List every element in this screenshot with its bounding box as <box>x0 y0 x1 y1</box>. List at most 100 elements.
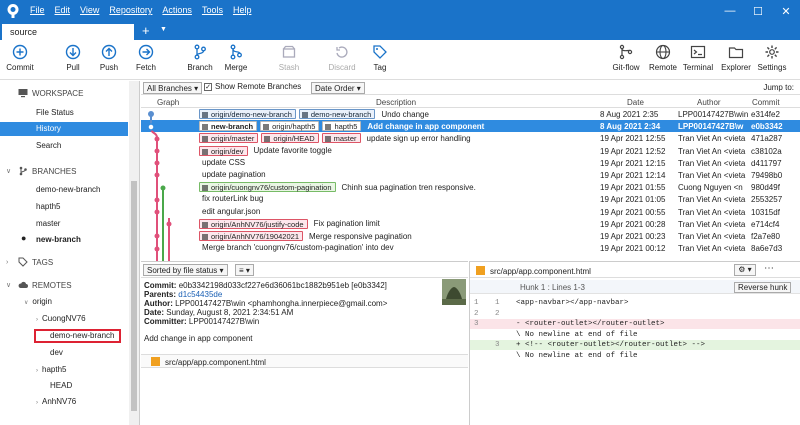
show-remote-checkbox[interactable]: ✓ Show Remote Branches <box>204 82 301 91</box>
branch-label-badge[interactable]: origin/hapth5 <box>260 121 320 132</box>
branches-section[interactable]: ∨ BRANCHES <box>6 166 76 176</box>
terminal-label: Terminal <box>682 63 714 72</box>
settings-icon <box>765 45 779 59</box>
branch-label-badge[interactable]: origin/cuongnv76/custom-pagination <box>199 182 336 193</box>
commit-row[interactable]: origin/master origin/HEAD master update sig… <box>141 132 800 144</box>
reverse-hunk-button[interactable]: Reverse hunk <box>734 282 792 293</box>
commit-row[interactable]: origin/AnhNV76/19042021 Merge responsive … <box>141 230 800 242</box>
sidebar-branch-demo-new-branch[interactable]: demo-new-branch <box>0 183 128 197</box>
menu-actions[interactable]: Actions <box>162 5 192 15</box>
parent-hash-link[interactable]: d1c54435de <box>178 290 222 299</box>
settings-button[interactable]: Settings <box>752 44 792 72</box>
fetch-button[interactable]: Fetch <box>126 44 166 72</box>
sidebar-remote-hapth5[interactable]: › hapth5 <box>36 365 66 374</box>
scrollbar-thumb[interactable] <box>131 181 137 411</box>
sidebar-branch-new-branch[interactable]: ● new-branch <box>0 233 128 247</box>
commit-row[interactable]: update CSS 19 Apr 2021 12:15 Tran Viet An … <box>141 157 800 169</box>
filter-bar: All Branches ▾ ✓ Show Remote Branches Dat… <box>141 81 800 95</box>
stash-button[interactable]: Stash <box>269 44 309 72</box>
sidebar-item-search[interactable]: Search <box>0 139 128 153</box>
sidebar-item-file-status[interactable]: File Status <box>0 106 128 120</box>
discard-button[interactable]: Discard <box>322 44 362 72</box>
menu-help[interactable]: Help <box>233 5 252 15</box>
close-icon[interactable]: ✕ <box>772 0 800 22</box>
menu-tools[interactable]: Tools <box>202 5 223 15</box>
terminal-button[interactable]: Terminal <box>678 44 718 72</box>
maximize-icon[interactable]: ☐ <box>744 0 772 22</box>
menu-repository[interactable]: Repository <box>109 5 152 15</box>
branch-label-badge[interactable]: hapth5 <box>322 121 362 132</box>
commit-row[interactable]: update pagination 19 Apr 2021 12:14 Tran V… <box>141 169 800 181</box>
changed-file-row[interactable]: src/app/app.component.html <box>141 354 468 368</box>
sidebar-remote-anhnv76[interactable]: › AnhNV76 <box>36 397 76 406</box>
sidebar-branch-master[interactable]: master <box>0 217 128 231</box>
checkbox-icon: ✓ <box>204 82 212 91</box>
sidebar-remote-origin[interactable]: ∨ origin <box>24 297 52 306</box>
sidebar-item-history[interactable]: History <box>0 122 128 136</box>
commit-message: Add change in app component <box>367 121 485 131</box>
branch-button[interactable]: Branch <box>180 44 220 72</box>
menu-edit[interactable]: Edit <box>55 5 71 15</box>
commit-row[interactable]: edit angular.json 19 Apr 2021 00:55 Tran V… <box>141 206 800 218</box>
commit-row[interactable]: Merge branch 'cuongnv76/custom-paginatio… <box>141 242 800 254</box>
col-commit[interactable]: Commit <box>752 98 780 107</box>
fetch-icon <box>138 44 154 60</box>
sidebar-remote-cuongnv76[interactable]: › CuongNV76 <box>36 314 86 323</box>
view-mode-dropdown[interactable]: ≡ ▾ <box>235 264 254 276</box>
merge-button[interactable]: Merge <box>216 44 256 72</box>
branch-filter-dropdown[interactable]: All Branches ▾ <box>143 82 203 94</box>
branch-label-badge[interactable]: origin/AnhNV76/19042021 <box>199 231 303 241</box>
minimize-icon[interactable]: — <box>716 0 744 22</box>
sidebar-remote-dev[interactable]: dev <box>50 348 63 357</box>
commit-row[interactable]: origin/demo-new-branch demo-new-branch Und… <box>141 108 800 120</box>
commit-author: Tran Viet An <vieta <box>678 244 746 254</box>
tags-section[interactable]: › TAGS <box>6 257 53 267</box>
branch-label-badge[interactable]: origin/demo-new-branch <box>199 109 296 119</box>
gitflow-button[interactable]: Git-flow <box>606 44 646 72</box>
commit-row[interactable]: fix routerLink bug 19 Apr 2021 01:05 Tran … <box>141 193 800 205</box>
col-graph[interactable]: Graph <box>157 98 179 107</box>
sort-dropdown[interactable]: Sorted by file status ▾ <box>143 264 228 276</box>
menu-view[interactable]: View <box>80 5 99 15</box>
col-description[interactable]: Description <box>376 98 416 107</box>
col-date[interactable]: Date <box>627 98 644 107</box>
explorer-label: Explorer <box>721 63 751 72</box>
commit-author: Tran Viet An <vieta <box>678 158 746 168</box>
commit-button[interactable]: Commit <box>0 44 40 72</box>
push-button[interactable]: Push <box>89 44 129 72</box>
list-icon: ≡ <box>239 266 244 275</box>
diff-settings-dropdown[interactable]: ⚙ ▾ <box>734 264 756 276</box>
branch-label-badge[interactable]: origin/dev <box>199 145 248 156</box>
col-author[interactable]: Author <box>697 98 721 107</box>
workspace-section[interactable]: WORKSPACE <box>6 88 83 98</box>
remotes-section[interactable]: ∨ REMOTES <box>6 280 72 290</box>
branch-label-badge[interactable]: origin/AnhNV76/justify-code <box>199 218 308 229</box>
remote-button[interactable]: Remote <box>643 44 683 72</box>
tab-source[interactable]: source <box>2 24 134 40</box>
menu-bar: File Edit View Repository Actions Tools … <box>30 5 261 15</box>
explorer-button[interactable]: Explorer <box>716 44 756 72</box>
branch-label-badge[interactable]: origin/master <box>199 133 259 144</box>
sidebar-remote-head[interactable]: HEAD <box>50 381 72 390</box>
commit-author: Tran Viet An <vieta <box>678 207 746 217</box>
order-dropdown[interactable]: Date Order ▾ <box>311 82 365 94</box>
commit-row[interactable]: origin/dev Update favorite toggle 19 Apr 2… <box>141 145 800 157</box>
tag-button[interactable]: Tag <box>360 44 400 72</box>
more-options-icon[interactable]: ⋯ <box>764 263 774 274</box>
sidebar-branch-hapth5[interactable]: hapth5 <box>0 200 128 214</box>
new-tab-button[interactable]: + <box>142 22 150 40</box>
sidebar-scrollbar[interactable] <box>129 81 139 425</box>
branch-label-badge[interactable]: demo-new-branch <box>298 109 376 119</box>
commit-row[interactable]: origin/AnhNV76/justify-code Fix paginatio… <box>141 218 800 230</box>
branch-label-badge[interactable]: new-branch <box>199 121 258 132</box>
changed-file-name: src/app/app.component.html <box>165 358 266 367</box>
branch-label-badge[interactable]: origin/HEAD <box>261 133 319 144</box>
remote-folder-label: hapth5 <box>42 365 67 374</box>
chevron-down-icon[interactable]: ▼ <box>160 26 167 33</box>
branch-label-badge[interactable]: master <box>321 133 361 144</box>
commit-row[interactable]: origin/cuongnv76/custom-pagination Chinh … <box>141 181 800 193</box>
pull-button[interactable]: Pull <box>53 44 93 72</box>
commit-row[interactable]: new-branch origin/hapth5 hapth5 Add change … <box>141 120 800 133</box>
detail-toolbar: Sorted by file status ▾ ≡ ▾ <box>141 262 468 278</box>
menu-file[interactable]: File <box>30 5 45 15</box>
